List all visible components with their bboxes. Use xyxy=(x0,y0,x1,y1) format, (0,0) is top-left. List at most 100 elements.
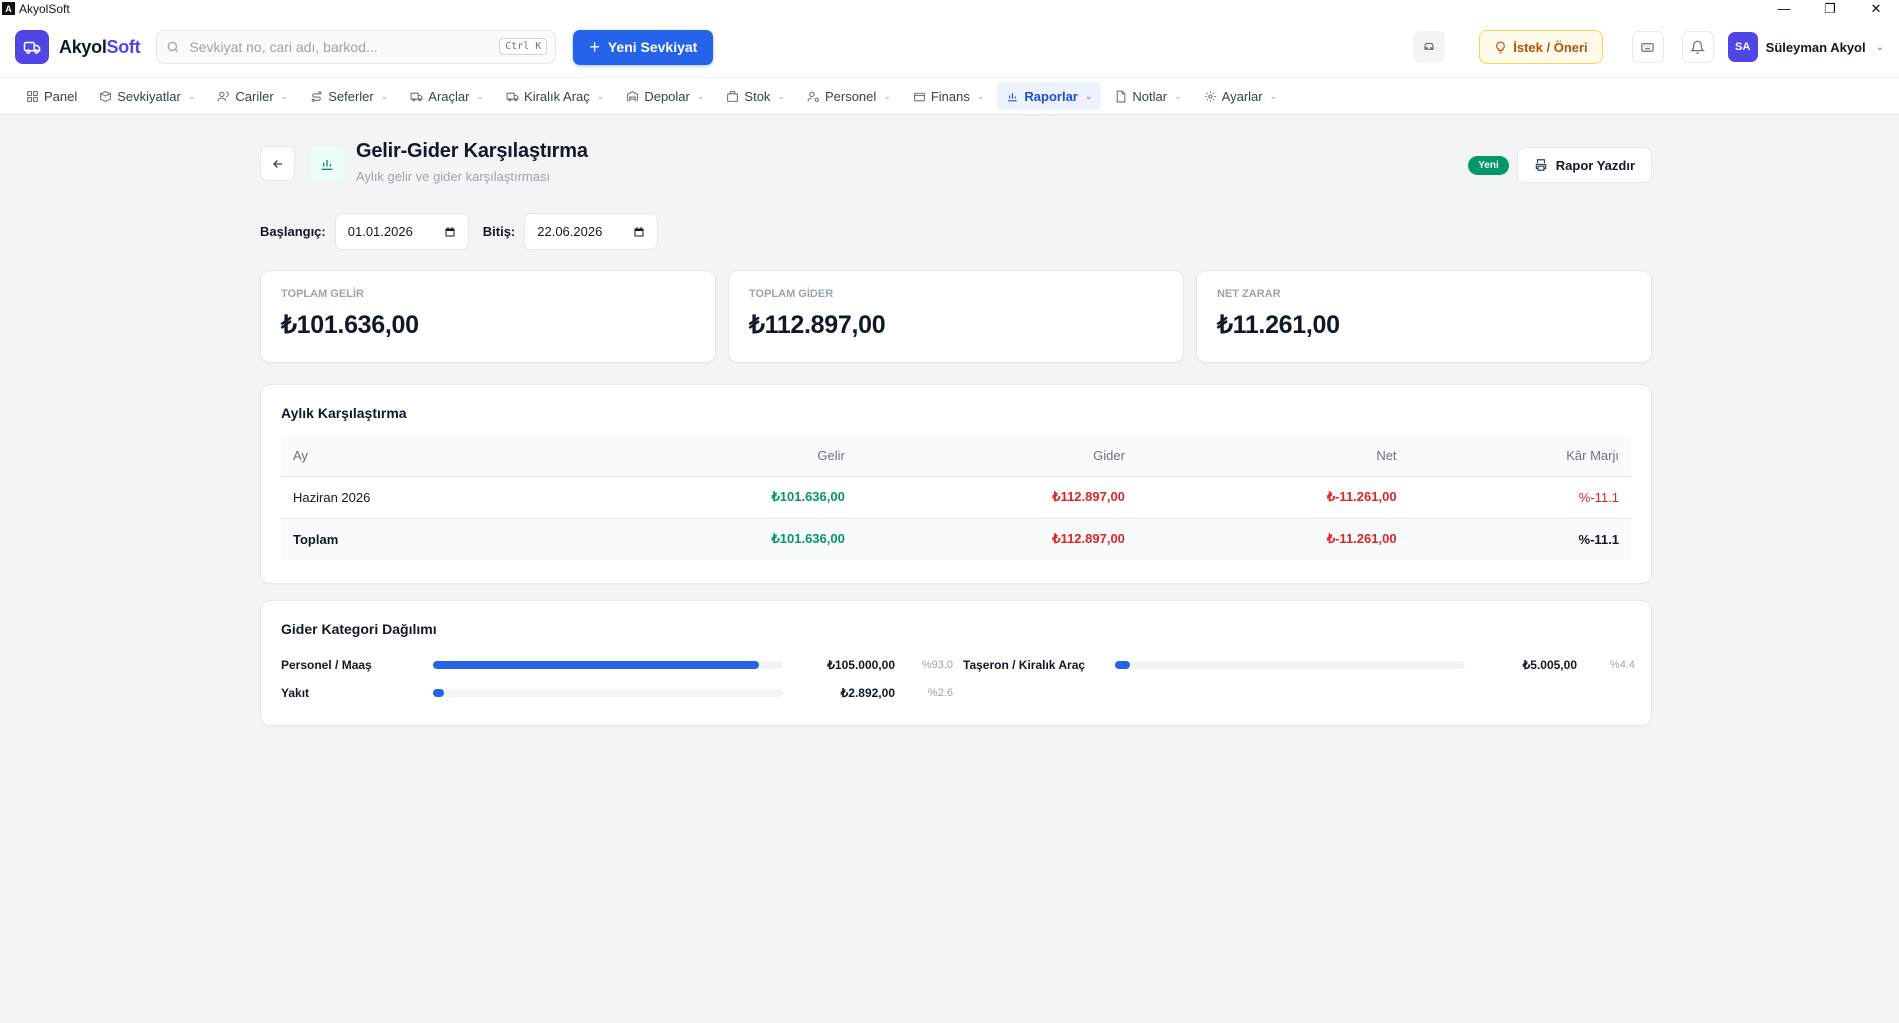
category-percent: %4.4 xyxy=(1609,659,1635,671)
category-name: Yakıt xyxy=(281,686,310,700)
progress-track xyxy=(1115,661,1465,669)
nav-item-notlar[interactable]: Notlar ⌄ xyxy=(1105,82,1190,110)
chevron-down-icon: ⌄ xyxy=(696,90,705,101)
main-nav: Panel Sevkiyatlar ⌄ Cariler ⌄ Seferler ⌄ Araçla… xyxy=(0,77,1899,115)
print-report-button[interactable]: Rapor Yazdır xyxy=(1516,147,1652,183)
new-shipment-button[interactable]: + Yeni Sevkiyat xyxy=(573,29,714,65)
stat-card-total-expense: TOPLAM GİDER ₺112.897,00 xyxy=(728,270,1184,363)
category-amount: ₺105.000,00 xyxy=(827,658,895,672)
calendar-icon[interactable] xyxy=(633,226,645,238)
column-header: Net xyxy=(1376,448,1397,464)
minimize-icon[interactable]: — xyxy=(1761,0,1807,17)
cell-month: Haziran 2026 xyxy=(293,489,371,505)
brand-logo-icon[interactable] xyxy=(15,30,49,64)
new-shipment-label: Yeni Sevkiyat xyxy=(607,39,698,55)
back-button[interactable] xyxy=(260,146,295,181)
file-icon xyxy=(1117,90,1126,102)
cell-margin: %-11.1 xyxy=(1578,531,1619,547)
nav-item-label: Cariler xyxy=(235,88,274,104)
chevron-down-icon: ⌄ xyxy=(883,90,891,101)
monthly-comparison-card: Aylık Karşılaştırma Ay Gelir Gider Net K… xyxy=(260,384,1652,584)
stat-label: TOPLAM GİDER xyxy=(749,288,834,300)
nav-item-stok[interactable]: Stok ⌄ xyxy=(717,82,794,110)
main-content: Gelir-Gider Karşılaştırma Aylık gelir ve… xyxy=(260,140,1652,726)
progress-track xyxy=(433,661,783,669)
end-date-label: Bitiş: xyxy=(482,224,516,239)
list-item: Taşeron / Kiralık Araç ₺5.005,00 %4.4 xyxy=(963,651,1635,679)
stat-label: TOPLAM GELİR xyxy=(281,288,364,300)
keyboard-icon[interactable] xyxy=(1631,31,1664,63)
stock-icon xyxy=(727,90,739,102)
user-name[interactable]: Süleyman Akyol xyxy=(1766,40,1866,55)
nav-item-kiralık-araç[interactable]: Kiralık Araç ⌄ xyxy=(497,82,613,110)
avatar[interactable]: SA xyxy=(1727,32,1758,62)
suggestion-button[interactable]: İstek / Öneri xyxy=(1479,30,1603,64)
start-date-label: Başlangıç: xyxy=(260,224,326,239)
nav-item-depolar[interactable]: Depolar ⌄ xyxy=(617,82,713,110)
wallet-icon xyxy=(913,92,925,101)
list-item: Personel / Maaş ₺105.000,00 %93.0 xyxy=(281,651,953,679)
nav-item-araçlar[interactable]: Araçlar ⌄ xyxy=(401,82,493,110)
nav-item-finans[interactable]: Finans ⌄ xyxy=(904,82,994,110)
column-header: Gelir xyxy=(817,448,845,464)
nav-item-raporlar[interactable]: Raporlar ⌄ xyxy=(997,82,1102,110)
column-header: Gider xyxy=(1093,448,1125,464)
page-title: Gelir-Gider Karşılaştırma xyxy=(356,140,588,162)
search-input[interactable]: Sevkiyat no, cari adı, barkod... Ctrl K xyxy=(156,30,557,64)
start-date-input[interactable]: 01.01.2026 xyxy=(334,213,469,250)
progress-bar xyxy=(433,689,445,697)
nav-item-label: Depolar xyxy=(644,88,690,104)
stat-label: NET ZARAR xyxy=(1217,288,1281,300)
stat-card-total-income: TOPLAM GELİR ₺101.636,00 xyxy=(260,270,716,363)
new-badge: Yeni xyxy=(1468,155,1509,175)
truck-icon xyxy=(506,92,519,101)
table-header-row: Ay Gelir Gider Net Kâr Marjı xyxy=(281,436,1631,476)
brand-name: AkyolSoft xyxy=(59,36,141,57)
nav-item-label: Ayarlar xyxy=(1221,88,1263,104)
route-icon xyxy=(311,90,322,102)
page-header: Gelir-Gider Karşılaştırma Aylık gelir ve… xyxy=(260,140,1652,190)
bar-chart-icon xyxy=(309,146,344,181)
nav-item-seferler[interactable]: Seferler ⌄ xyxy=(301,82,397,110)
nav-item-label: Araçlar xyxy=(428,88,470,104)
chevron-down-icon[interactable]: ⌄ xyxy=(1876,42,1884,53)
restore-icon[interactable]: ❐ xyxy=(1807,0,1853,17)
category-amount: ₺2.892,00 xyxy=(840,686,895,700)
car-icon[interactable] xyxy=(1413,31,1446,63)
end-date-input[interactable]: 22.06.2026 xyxy=(524,213,659,250)
category-name: Taşeron / Kiralık Araç xyxy=(963,658,1086,672)
suggestion-label: İstek / Öneri xyxy=(1513,39,1588,55)
nav-item-panel[interactable]: Panel xyxy=(17,82,86,110)
nav-item-label: Kiralık Araç xyxy=(524,88,590,104)
nav-item-label: Stok xyxy=(744,88,771,104)
category-amount: ₺5.005,00 xyxy=(1522,658,1577,672)
cell-expense: ₺112.897,00 xyxy=(1052,489,1125,504)
column-header: Kâr Marjı xyxy=(1566,448,1619,464)
nav-item-sevkiyatlar[interactable]: Sevkiyatlar ⌄ xyxy=(90,82,204,110)
stat-value: ₺11.261,00 xyxy=(1217,311,1340,339)
top-header: AkyolSoft Sevkiyat no, cari adı, barkod.… xyxy=(0,17,1899,77)
close-icon[interactable]: ✕ xyxy=(1853,0,1899,17)
card-title: Aylık Karşılaştırma xyxy=(281,405,407,421)
stat-value: ₺101.636,00 xyxy=(281,311,419,339)
nav-item-label: Sevkiyatlar xyxy=(117,88,181,104)
app-logo-icon: A xyxy=(2,2,15,15)
card-title: Gider Kategori Dağılımı xyxy=(281,621,437,637)
nav-item-cariler[interactable]: Cariler ⌄ xyxy=(208,82,297,110)
cell-margin: %-11.1 xyxy=(1578,489,1619,505)
cell-expense: ₺112.897,00 xyxy=(1052,531,1125,547)
nav-item-ayarlar[interactable]: Ayarlar ⌄ xyxy=(1195,82,1287,110)
table-row: Haziran 2026 ₺101.636,00 ₺112.897,00 ₺-1… xyxy=(281,476,1631,518)
nav-item-label: Seferler xyxy=(328,88,374,104)
cell-net: ₺-11.261,00 xyxy=(1326,489,1397,504)
chevron-down-icon: ⌄ xyxy=(380,90,389,101)
nav-item-personel[interactable]: Personel ⌄ xyxy=(798,82,900,110)
distribution-list: Personel / Maaş ₺105.000,00 %93.0 Taşeron /… xyxy=(281,651,1635,707)
category-percent: %93.0 xyxy=(921,659,953,671)
stat-value: ₺112.897,00 xyxy=(749,311,886,339)
chevron-down-icon: ⌄ xyxy=(1269,90,1278,101)
list-item: Yakıt ₺2.892,00 %2.6 xyxy=(281,679,953,707)
bell-icon[interactable] xyxy=(1681,31,1714,63)
progress-bar xyxy=(433,661,759,669)
calendar-icon[interactable] xyxy=(444,226,456,238)
